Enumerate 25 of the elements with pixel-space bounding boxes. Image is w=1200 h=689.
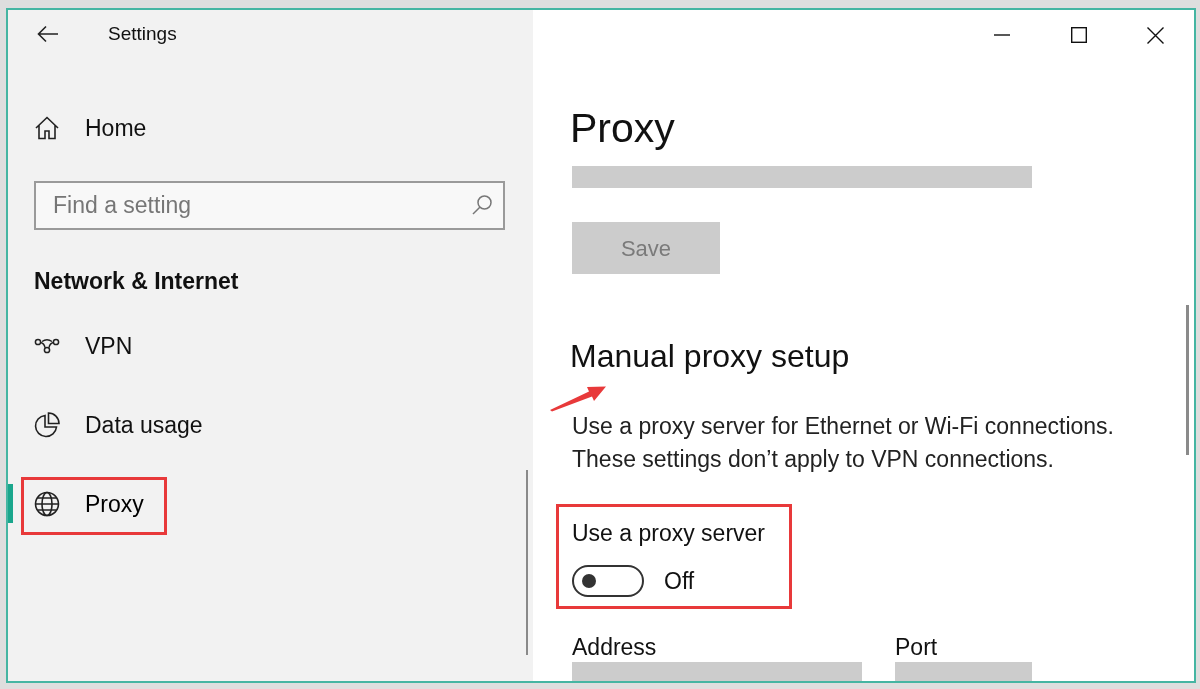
globe-icon (34, 491, 60, 517)
close-icon (1147, 26, 1164, 44)
description-text: Use a proxy server for Ethernet or Wi-Fi connections. These settings don’t apply to VPN connections. (572, 412, 1114, 474)
search-icon (472, 195, 492, 215)
section-heading: Manual proxy setup (570, 337, 850, 376)
search-field[interactable]: Find a setting (34, 181, 505, 230)
home-nav-item[interactable]: Home (8, 104, 533, 152)
field-label: Address (572, 633, 658, 662)
vpn-icon (34, 338, 60, 354)
toggle-state-text: Off (664, 567, 695, 596)
toggle-switch[interactable] (572, 565, 644, 597)
nav-item[interactable]: Data usage (8, 401, 533, 449)
nav-item[interactable]: Proxy (8, 480, 533, 528)
back-arrow-icon (37, 25, 59, 43)
section-heading: Network & Internet (34, 267, 239, 296)
maximize-icon (1070, 27, 1087, 43)
page-title: Proxy (570, 104, 675, 152)
window-title: Settings (108, 22, 177, 46)
minimize-icon (993, 34, 1010, 36)
pie-chart-icon (34, 412, 60, 438)
nav-item[interactable]: VPN (8, 322, 533, 370)
home-icon (35, 116, 59, 140)
field-label: Port (895, 633, 939, 662)
selection-bar (8, 484, 13, 523)
toggle-label: Use a proxy server (572, 519, 765, 548)
